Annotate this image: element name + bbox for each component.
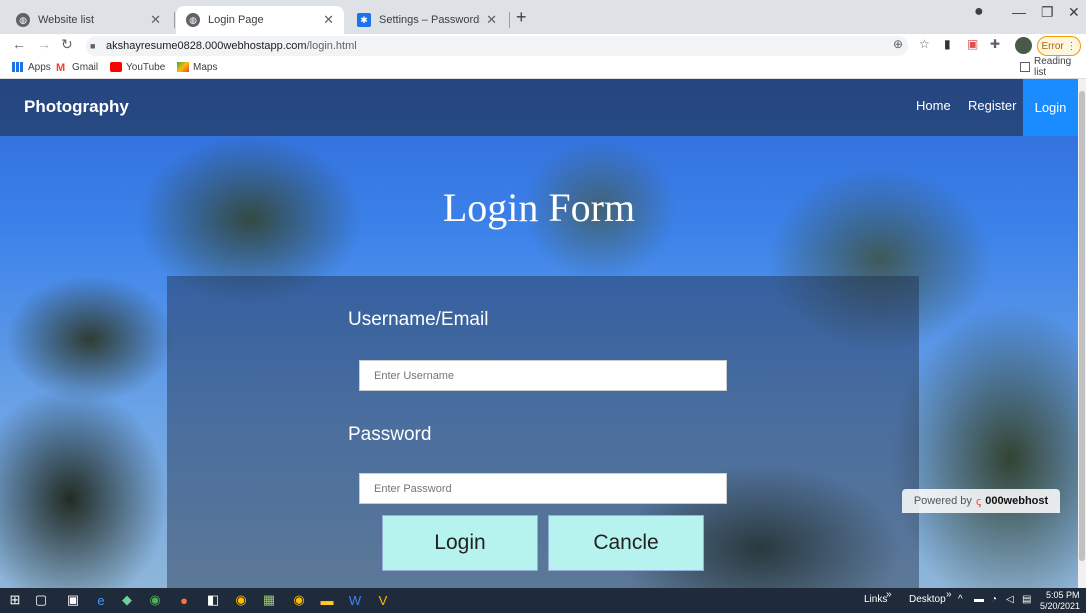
- username-label: Username/Email: [348, 309, 489, 330]
- bookmark-youtube[interactable]: YouTube: [110, 60, 165, 74]
- bookmark-star-icon[interactable]: ☆: [919, 37, 930, 51]
- app-v-icon[interactable]: V: [374, 591, 392, 609]
- app-green-icon[interactable]: ◉: [146, 591, 164, 609]
- clock-time[interactable]: 5:05 PM: [1046, 590, 1080, 600]
- lock-icon: ■: [90, 41, 96, 51]
- desktop-chevron-icon[interactable]: »: [946, 589, 952, 600]
- chrome-canary-icon[interactable]: ◉: [290, 591, 308, 609]
- tab-settings-passwords[interactable]: ✱ Settings – Passwords ✕: [347, 6, 507, 34]
- store-icon[interactable]: ▣: [64, 591, 82, 609]
- reading-list-icon: [1020, 62, 1030, 72]
- close-window-icon[interactable]: ✕: [1068, 4, 1080, 21]
- gear-icon: ✱: [357, 13, 371, 27]
- tab-website-list[interactable]: ◍ Website list ✕: [6, 6, 171, 34]
- powered-by-badge[interactable]: Powered by ꞔ 000webhost: [902, 489, 1060, 513]
- file-explorer-icon[interactable]: ▬: [318, 591, 336, 609]
- app-diamond-icon[interactable]: ◆: [118, 591, 136, 609]
- tab-separator: [174, 12, 175, 28]
- taskbar-desktop[interactable]: Desktop: [909, 594, 946, 605]
- password-input[interactable]: Enter Password: [359, 473, 727, 504]
- firefox-icon[interactable]: ●: [175, 591, 193, 609]
- network-icon[interactable]: ◔: [991, 594, 997, 605]
- globe-icon: ◍: [16, 13, 30, 27]
- extension-box-icon[interactable]: ▣: [967, 37, 978, 51]
- taskbar-links[interactable]: Links: [864, 594, 887, 605]
- globe-icon: ◍: [186, 13, 200, 27]
- extensions-puzzle-icon[interactable]: ✚: [990, 37, 1000, 51]
- profile-error-button[interactable]: Error ⋮: [1037, 36, 1081, 56]
- close-tab-icon[interactable]: ✕: [486, 12, 497, 28]
- bookmark-gmail[interactable]: M Gmail: [56, 60, 98, 75]
- nav-home[interactable]: Home: [916, 98, 951, 113]
- battery-icon[interactable]: ▬: [974, 594, 984, 605]
- app-flag-icon[interactable]: ◧: [204, 591, 222, 609]
- reading-list-button[interactable]: Reading list: [1020, 56, 1086, 78]
- page-scrollbar[interactable]: [1078, 79, 1086, 588]
- bookmark-maps[interactable]: Maps: [177, 60, 217, 74]
- windows-start-icon[interactable]: ⊞: [6, 591, 24, 609]
- bookmark-apps[interactable]: Apps: [12, 60, 51, 74]
- restore-icon[interactable]: ❐: [1041, 4, 1054, 21]
- nav-register[interactable]: Register: [968, 98, 1016, 113]
- minimize-icon[interactable]: —: [1012, 4, 1026, 20]
- close-tab-icon[interactable]: ✕: [323, 12, 334, 28]
- links-chevron-icon[interactable]: »: [886, 589, 892, 600]
- address-bar[interactable]: ■ akshayresume0828.000webhostapp.com/log…: [86, 36, 908, 56]
- gmail-icon: M: [56, 62, 66, 74]
- tray-up-arrow-icon[interactable]: ^: [958, 594, 963, 605]
- 000webhost-logo-icon: ꞔ: [975, 495, 982, 508]
- extension-record-icon[interactable]: ●: [974, 3, 984, 21]
- edge-icon[interactable]: e: [92, 591, 110, 609]
- maps-icon: [177, 62, 189, 72]
- login-button[interactable]: Login: [382, 515, 538, 571]
- clock-date[interactable]: 5/20/2021: [1040, 601, 1080, 611]
- volume-icon[interactable]: ◁: [1006, 594, 1014, 605]
- username-input[interactable]: Enter Username: [359, 360, 727, 391]
- notification-icon[interactable]: ▤: [1022, 594, 1031, 605]
- back-arrow-icon[interactable]: ←: [12, 36, 26, 52]
- word-icon[interactable]: W: [346, 591, 364, 609]
- forward-arrow-icon[interactable]: →: [37, 36, 51, 52]
- password-label: Password: [348, 424, 432, 445]
- page-title: Login Form: [442, 185, 636, 230]
- zoom-icon[interactable]: ⊕: [893, 37, 903, 51]
- scrollbar-thumb[interactable]: [1079, 91, 1085, 561]
- login-form-panel: [167, 276, 919, 588]
- extension-signal-icon[interactable]: ▮: [944, 37, 951, 51]
- site-brand[interactable]: Photography: [24, 97, 129, 117]
- tab-separator: [509, 12, 510, 28]
- avatar[interactable]: [1015, 37, 1032, 54]
- cancel-button[interactable]: Cancle: [548, 515, 704, 571]
- task-view-icon[interactable]: ▢: [32, 591, 50, 609]
- close-tab-icon[interactable]: ✕: [150, 12, 161, 28]
- tab-login-page[interactable]: ◍ Login Page ✕: [176, 6, 344, 34]
- reload-icon[interactable]: ↻: [61, 36, 73, 53]
- chrome-icon[interactable]: ◉: [232, 591, 250, 609]
- app-square-icon[interactable]: ▦: [260, 591, 278, 609]
- apps-grid-icon: [12, 62, 24, 72]
- nav-login[interactable]: Login: [1023, 79, 1078, 136]
- youtube-icon: [110, 62, 122, 72]
- new-tab-button[interactable]: +: [516, 6, 527, 28]
